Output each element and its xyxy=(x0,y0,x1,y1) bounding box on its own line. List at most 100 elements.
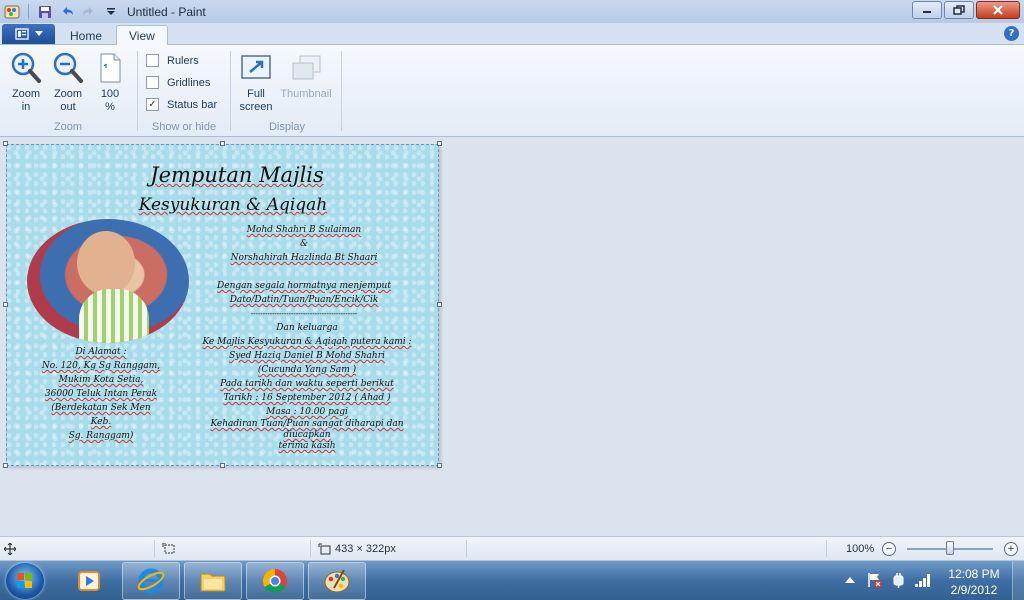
invite-block: Dengan segala hormatnya menjemput Dato/D… xyxy=(217,281,391,318)
resize-handle[interactable] xyxy=(3,141,8,146)
address-block: Di Alamat : No. 120, Kg Sg Ranggam, Muki… xyxy=(41,347,161,441)
rulers-label: Rulers xyxy=(167,54,199,67)
invitation-title: Jemputan Majlis xyxy=(150,163,324,187)
group-divider xyxy=(230,51,231,131)
full-screen-button[interactable]: Full screen xyxy=(236,49,276,114)
zoom-100-button[interactable]: 100 % xyxy=(90,49,130,114)
window-controls xyxy=(912,1,1020,19)
show-hide-group: Rulers Gridlines ✓ Status bar Show or hi… xyxy=(146,49,228,135)
resize-handle[interactable] xyxy=(220,463,225,468)
zoom-in-button[interactable]: Zoom in xyxy=(6,49,46,114)
show-hide-group-label: Show or hide xyxy=(151,121,217,133)
full-screen-label-2: screen xyxy=(239,101,273,113)
internet-explorer-icon xyxy=(137,568,165,594)
statusbar-checkbox[interactable]: ✓ Status bar xyxy=(146,98,217,111)
chrome-icon xyxy=(262,569,287,594)
zoom-in-label-2: in xyxy=(21,101,31,113)
media-player-taskbar-button[interactable] xyxy=(60,562,118,600)
start-button[interactable] xyxy=(6,563,44,599)
group-divider xyxy=(137,51,138,131)
zoom-group-label: Zoom xyxy=(53,121,83,133)
chevron-down-icon xyxy=(34,31,43,36)
windows-explorer-taskbar-button[interactable] xyxy=(184,562,242,600)
zoom-percentage: 100% xyxy=(846,542,875,555)
clock-date: 2/9/2012 xyxy=(950,583,998,597)
thumbnail-button[interactable]: Thumbnail xyxy=(278,49,334,101)
zoom-slider-thumb[interactable] xyxy=(946,541,954,555)
ribbon: Zoom in Zoom out 100 % Zoom Rulers Gridl… xyxy=(0,45,1024,137)
rulers-checkbox[interactable]: Rulers xyxy=(146,54,199,67)
zoom-out-label-1: Zoom xyxy=(53,88,83,100)
folder-icon xyxy=(200,573,226,592)
tab-home[interactable]: Home xyxy=(58,25,114,46)
zoom-100-label-1: 100 xyxy=(100,88,120,100)
zoom-out-button[interactable]: Zoom out xyxy=(48,49,88,114)
internet-explorer-taskbar-button[interactable] xyxy=(122,562,180,600)
invitation-subtitle: Kesyukuran & Aqiqah xyxy=(138,195,328,215)
thumbnail-icon xyxy=(290,51,322,85)
restore-icon xyxy=(953,5,965,15)
tab-view[interactable]: View xyxy=(116,25,168,46)
system-clock[interactable]: 12:08 PM 2/9/2012 xyxy=(944,566,1004,598)
status-bar: 433 × 322px 100% − + xyxy=(0,536,1024,560)
gridlines-checkbox[interactable]: Gridlines xyxy=(146,76,210,89)
image-size-icon xyxy=(318,543,331,554)
statusbar-label: Status bar xyxy=(167,98,218,111)
media-player-icon xyxy=(78,571,100,591)
title-bar: Untitled - Paint xyxy=(0,0,1024,23)
hosts-block: Mohd Shahri B Sulaiman & Norshahirah Haz… xyxy=(230,225,378,263)
gridlines-label: Gridlines xyxy=(167,76,211,89)
resize-handle[interactable] xyxy=(3,302,8,307)
minimize-button[interactable] xyxy=(912,1,942,19)
zoom-out-small-button[interactable]: − xyxy=(882,542,896,556)
canvas-workspace[interactable]: Jemputan Majlis Kesyukuran & Aqiqah Mohd… xyxy=(0,138,1024,536)
close-button[interactable] xyxy=(976,1,1020,19)
quick-access-toolbar xyxy=(0,0,119,23)
gridlines-checkbox-box[interactable] xyxy=(146,76,159,89)
paint-app-icon[interactable] xyxy=(4,4,20,20)
full-screen-label-1: Full xyxy=(247,88,265,100)
resize-handle[interactable] xyxy=(437,463,442,468)
minimize-icon xyxy=(923,11,931,13)
paint-taskbar-button[interactable] xyxy=(308,562,366,600)
show-desktop-button[interactable] xyxy=(1012,561,1024,600)
help-icon[interactable]: ? xyxy=(1004,26,1019,41)
zoom-out-label-2: out xyxy=(60,101,76,113)
move-cursor-icon xyxy=(4,542,16,555)
zoom-in-small-button[interactable]: + xyxy=(1004,542,1018,556)
thumbnail-label: Thumbnail xyxy=(280,88,332,100)
save-icon[interactable] xyxy=(37,4,53,20)
drawing-canvas[interactable]: Jemputan Majlis Kesyukuran & Aqiqah Mohd… xyxy=(6,144,439,466)
group-divider xyxy=(341,51,342,131)
restore-button[interactable] xyxy=(944,1,974,19)
window-title: Untitled - Paint xyxy=(127,4,206,19)
zoom-group: Zoom in Zoom out 100 % Zoom xyxy=(0,49,136,135)
full-screen-icon xyxy=(240,51,272,85)
zoom-in-label-1: Zoom xyxy=(11,88,41,100)
redo-icon[interactable] xyxy=(81,4,97,20)
resize-handle[interactable] xyxy=(220,141,225,146)
rulers-checkbox-box[interactable] xyxy=(146,54,159,67)
chrome-taskbar-button[interactable] xyxy=(246,562,304,600)
power-plug-icon[interactable] xyxy=(890,572,906,588)
clock-time: 12:08 PM xyxy=(948,567,1000,581)
show-hidden-icons-chevron-icon[interactable] xyxy=(845,576,855,584)
resize-handle[interactable] xyxy=(3,463,8,468)
resize-handle[interactable] xyxy=(437,302,442,307)
windows-logo-icon xyxy=(17,573,32,588)
statusbar-checkbox-box[interactable]: ✓ xyxy=(146,98,159,111)
zoom-in-icon xyxy=(10,51,42,85)
zoom-out-icon xyxy=(52,51,84,85)
network-signal-icon[interactable] xyxy=(914,572,932,588)
paint-menu-button[interactable] xyxy=(2,24,55,44)
zoom-100-label-2: % xyxy=(105,101,115,113)
customize-qat-chevron-icon[interactable] xyxy=(103,4,119,20)
image-size: 433 × 322px xyxy=(318,537,396,560)
baby-photo xyxy=(27,219,189,343)
divider xyxy=(28,4,29,19)
resize-handle[interactable] xyxy=(437,141,442,146)
selection-size xyxy=(162,537,176,560)
undo-icon[interactable] xyxy=(59,4,75,20)
action-center-flag-icon[interactable] xyxy=(866,572,882,588)
menu-icon xyxy=(14,28,29,40)
